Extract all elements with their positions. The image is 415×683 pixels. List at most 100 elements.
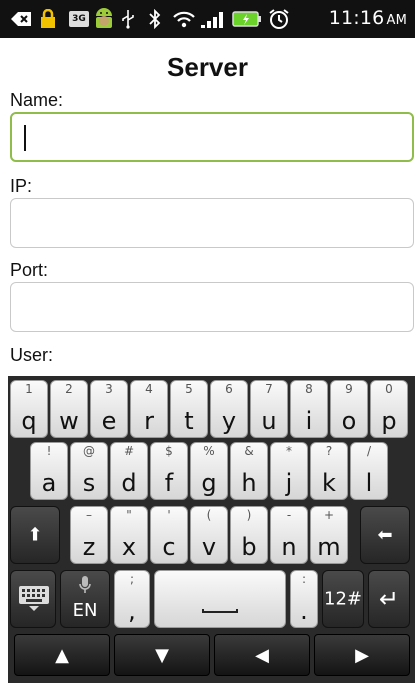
keyboard-icon bbox=[18, 585, 50, 617]
period-key[interactable]: :. bbox=[290, 570, 318, 628]
cursor-left-button[interactable]: ◀ bbox=[214, 634, 310, 676]
key-a[interactable]: ! a bbox=[30, 442, 68, 500]
port-input[interactable] bbox=[10, 282, 414, 332]
key-label: q bbox=[21, 407, 37, 435]
ip-label: IP: bbox=[10, 176, 33, 196]
key-x[interactable]: " x bbox=[110, 506, 148, 564]
page-title: Server bbox=[167, 52, 248, 82]
key-w[interactable]: 2w bbox=[50, 380, 88, 438]
key-h[interactable]: & h bbox=[230, 442, 268, 500]
key-f[interactable]: $ f bbox=[150, 442, 188, 500]
cursor-down-button[interactable]: ▼ bbox=[114, 634, 210, 676]
enter-key[interactable]: ↵ bbox=[368, 570, 410, 628]
key-label: n bbox=[281, 533, 297, 561]
wifi-icon bbox=[172, 8, 196, 30]
key-m[interactable]: + m bbox=[310, 506, 348, 564]
key-label: . bbox=[300, 597, 308, 625]
comma-key[interactable]: ;, bbox=[114, 570, 150, 628]
spacebar-key[interactable] bbox=[154, 570, 286, 628]
key-alt: + bbox=[323, 508, 335, 522]
arrow-right-icon: ▶ bbox=[355, 644, 369, 666]
key-r[interactable]: 4r bbox=[130, 380, 168, 438]
status-bar: 3G 11:16 AM bbox=[0, 0, 415, 38]
shift-key[interactable]: ⬆ bbox=[10, 506, 60, 564]
key-alt: 9 bbox=[345, 382, 353, 396]
cursor-right-button[interactable]: ▶ bbox=[314, 634, 410, 676]
key-s[interactable]: @ s bbox=[70, 442, 108, 500]
key-alt: @ bbox=[83, 444, 95, 458]
key-t[interactable]: 5t bbox=[170, 380, 208, 438]
key-alt: & bbox=[244, 444, 254, 458]
name-label: Name: bbox=[10, 90, 64, 110]
key-v[interactable]: (v bbox=[190, 506, 228, 564]
key-label: s bbox=[82, 469, 96, 497]
key-alt: ! bbox=[46, 444, 52, 458]
key-label: k bbox=[322, 469, 336, 497]
key-i[interactable]: 8i bbox=[290, 380, 328, 438]
key-label: v bbox=[201, 533, 217, 561]
bluetooth-icon bbox=[148, 8, 162, 30]
key-d[interactable]: # d bbox=[110, 442, 148, 500]
key-label: a bbox=[41, 469, 57, 497]
key-c[interactable]: ' c bbox=[150, 506, 188, 564]
3g-icon: 3G bbox=[68, 8, 90, 30]
arrow-up-icon: ▲ bbox=[55, 644, 69, 666]
key-k[interactable]: ? k bbox=[310, 442, 348, 500]
key-label: d bbox=[121, 469, 137, 497]
clock-time: 11:16 bbox=[328, 7, 385, 29]
key-alt: ? bbox=[325, 444, 333, 458]
key-alt: $ bbox=[165, 444, 173, 458]
back-icon bbox=[10, 8, 32, 30]
signal-icon bbox=[200, 8, 226, 30]
symbols-key[interactable]: 12# bbox=[322, 570, 364, 628]
key-alt: ; bbox=[129, 572, 135, 586]
key-label: j bbox=[285, 469, 293, 497]
key-alt: 5 bbox=[185, 382, 193, 396]
key-label: , bbox=[128, 597, 136, 625]
voice-language-key[interactable]: EN bbox=[60, 570, 110, 628]
symbols-label: 12# bbox=[324, 588, 362, 610]
key-label: t bbox=[184, 407, 194, 435]
key-alt: ) bbox=[246, 508, 252, 522]
keyboard-settings-key[interactable] bbox=[10, 570, 56, 628]
key-j[interactable]: * j bbox=[270, 442, 308, 500]
key-g[interactable]: % g bbox=[190, 442, 228, 500]
key-label: o bbox=[341, 407, 357, 435]
key-p[interactable]: 0p bbox=[370, 380, 408, 438]
key-l[interactable]: / l bbox=[350, 442, 388, 500]
key-e[interactable]: 3e bbox=[90, 380, 128, 438]
ip-input[interactable] bbox=[10, 198, 414, 248]
key-z[interactable]: – z bbox=[70, 506, 108, 564]
name-input[interactable] bbox=[10, 112, 414, 162]
key-b[interactable]: ) b bbox=[230, 506, 268, 564]
key-o[interactable]: 9o bbox=[330, 380, 368, 438]
backspace-key[interactable]: ⬅ bbox=[360, 506, 410, 564]
key-label: w bbox=[59, 407, 79, 435]
key-y[interactable]: 6y bbox=[210, 380, 248, 438]
key-q[interactable]: 1q bbox=[10, 380, 48, 438]
key-alt: 0 bbox=[385, 382, 393, 396]
key-alt: % bbox=[203, 444, 215, 458]
key-alt: 1 bbox=[25, 382, 33, 396]
key-u[interactable]: 7u bbox=[250, 380, 288, 438]
key-n[interactable]: -n bbox=[270, 506, 308, 564]
key-label: z bbox=[82, 533, 96, 561]
key-alt: 7 bbox=[265, 382, 273, 396]
key-label: e bbox=[101, 407, 117, 435]
alarm-icon bbox=[268, 8, 290, 30]
language-label: EN bbox=[72, 600, 98, 621]
key-label: i bbox=[305, 407, 313, 435]
enter-icon: ↵ bbox=[378, 585, 400, 613]
key-label: p bbox=[381, 407, 397, 435]
battery-icon bbox=[232, 8, 262, 30]
microphone-icon bbox=[61, 575, 109, 599]
shift-icon: ⬆ bbox=[27, 524, 43, 546]
key-label: l bbox=[365, 469, 373, 497]
key-label: c bbox=[162, 533, 176, 561]
port-label: Port: bbox=[10, 260, 49, 280]
cursor-up-button[interactable]: ▲ bbox=[14, 634, 110, 676]
key-label: y bbox=[221, 407, 237, 435]
key-alt: – bbox=[86, 508, 92, 522]
arrow-left-icon: ◀ bbox=[255, 644, 269, 666]
key-alt: - bbox=[286, 508, 292, 522]
